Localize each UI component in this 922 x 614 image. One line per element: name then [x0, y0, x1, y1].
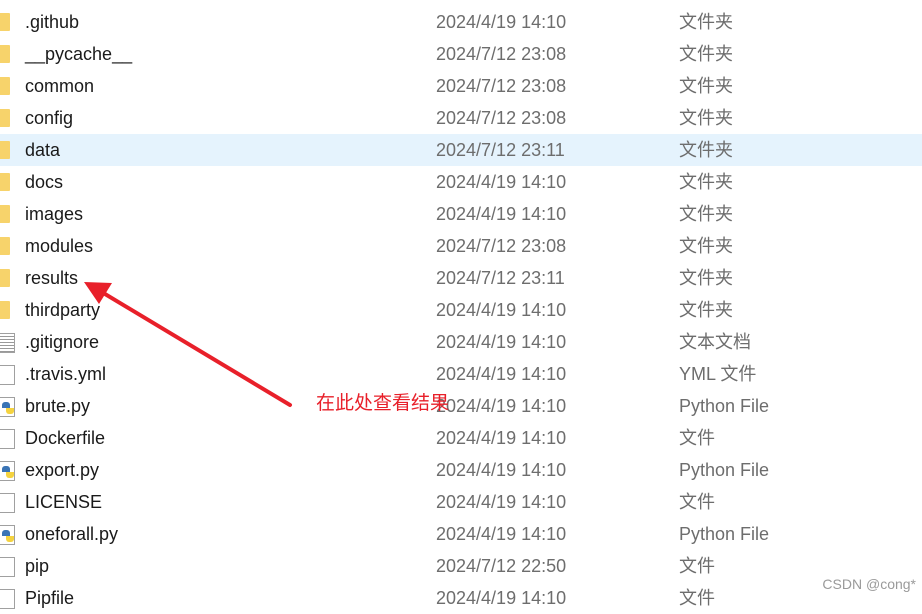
- watermark: CSDN @cong*: [822, 576, 916, 592]
- annotation-arrow: [84, 282, 292, 407]
- annotation-text: 在此处查看结果: [316, 393, 450, 414]
